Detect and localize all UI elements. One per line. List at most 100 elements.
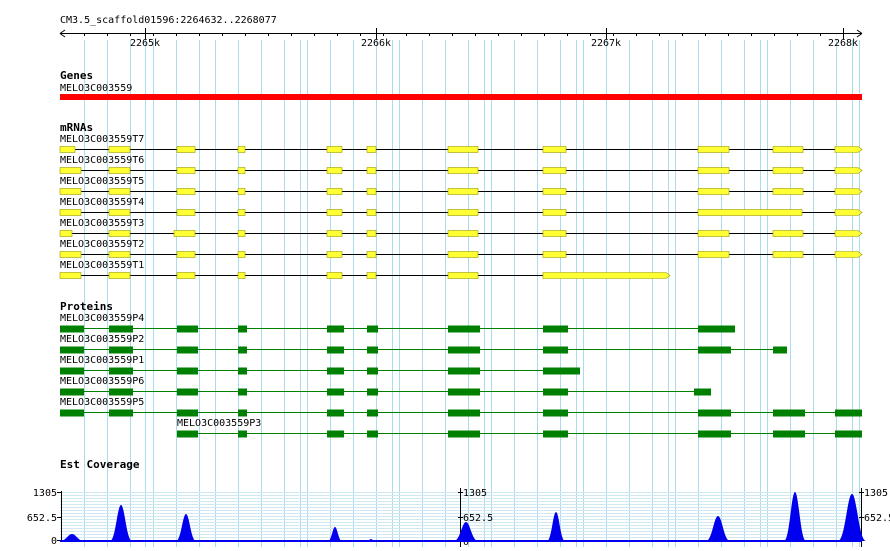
protein-block bbox=[327, 325, 344, 333]
protein-block bbox=[367, 325, 378, 333]
mrna-exon bbox=[542, 146, 567, 153]
protein-block bbox=[238, 409, 247, 417]
protein-block bbox=[327, 388, 344, 396]
protein-block bbox=[367, 388, 378, 396]
protein-block bbox=[109, 409, 133, 417]
mrna-glyph-t6 bbox=[59, 167, 863, 174]
protein-block bbox=[109, 346, 133, 354]
protein-block bbox=[60, 367, 84, 375]
protein-block bbox=[835, 409, 862, 417]
mrna-exon bbox=[772, 167, 804, 174]
protein-block bbox=[109, 367, 133, 375]
mrna-label-t5: MELO3C003559T5 bbox=[60, 176, 145, 187]
protein-block bbox=[773, 430, 805, 438]
mrna-exon bbox=[697, 188, 730, 195]
mrna-exon bbox=[366, 230, 377, 237]
mrna-exon bbox=[59, 167, 82, 174]
mrna-glyph-t3 bbox=[59, 230, 863, 237]
mrna-exon bbox=[59, 188, 82, 195]
mrna-exon bbox=[108, 167, 131, 174]
protein-block bbox=[327, 409, 344, 417]
mrna-exon bbox=[108, 146, 131, 153]
mrna-exon bbox=[772, 251, 804, 258]
protein-block bbox=[543, 346, 568, 354]
protein-block bbox=[327, 430, 344, 438]
mrna-exon bbox=[176, 209, 196, 216]
mrna-exon bbox=[108, 188, 131, 195]
coverage-scale-label: 1305 bbox=[463, 488, 487, 499]
mrna-exon bbox=[366, 146, 377, 153]
mrna-exon bbox=[542, 188, 567, 195]
protein-block bbox=[109, 388, 133, 396]
protein-glyph-p5 bbox=[60, 409, 862, 417]
protein-block bbox=[177, 409, 198, 417]
protein-block bbox=[238, 430, 247, 438]
mrna-exon bbox=[697, 209, 803, 216]
mrna-exon bbox=[59, 230, 73, 237]
protein-block bbox=[367, 346, 378, 354]
protein-block bbox=[543, 367, 580, 375]
mrna-exon bbox=[834, 146, 863, 153]
protein-glyph-p4 bbox=[60, 325, 735, 333]
mrna-glyph-t1 bbox=[59, 272, 671, 279]
ruler-tick-label: 2265k bbox=[130, 38, 160, 49]
protein-block bbox=[367, 430, 378, 438]
mrna-exon bbox=[326, 188, 343, 195]
mrna-label-t7: MELO3C003559T7 bbox=[60, 134, 145, 145]
mrna-exon bbox=[326, 230, 343, 237]
genome-browser: 2265k2266k2267k2268k1305652.501305652.50… bbox=[0, 0, 890, 548]
mrna-exon bbox=[447, 209, 479, 216]
mrna-exon bbox=[447, 251, 479, 258]
mrna-label-t3: MELO3C003559T3 bbox=[60, 218, 145, 229]
mrna-exon bbox=[108, 209, 131, 216]
mrna-exon bbox=[326, 209, 343, 216]
mrna-exon bbox=[176, 146, 196, 153]
protein-block bbox=[448, 409, 480, 417]
protein-label-p2: MELO3C003559P2 bbox=[60, 334, 145, 345]
coverage-scale-label: 652.5 bbox=[27, 513, 57, 524]
protein-block bbox=[448, 430, 480, 438]
mrna-exon bbox=[237, 188, 246, 195]
mrna-exon bbox=[366, 251, 377, 258]
mrna-exon bbox=[237, 167, 246, 174]
grid-lines bbox=[84, 40, 860, 547]
protein-block bbox=[367, 367, 378, 375]
genes-track-title: Genes bbox=[60, 69, 94, 82]
ruler-tick-label: 2268k bbox=[828, 38, 858, 49]
coverage-baseline bbox=[60, 540, 862, 542]
protein-block bbox=[773, 346, 787, 354]
mrna-exon bbox=[237, 251, 246, 258]
mrna-exon bbox=[59, 251, 82, 258]
ruler-tick-label: 2266k bbox=[361, 38, 391, 49]
coverage-scale-label: 0 bbox=[51, 536, 57, 547]
mrna-exon bbox=[108, 230, 131, 237]
mrna-exon bbox=[697, 230, 730, 237]
protein-glyph-p6 bbox=[60, 388, 711, 396]
mrna-exon bbox=[542, 230, 567, 237]
protein-block bbox=[177, 367, 198, 375]
mrna-label-t1: MELO3C003559T1 bbox=[60, 260, 145, 271]
mrna-exon bbox=[447, 167, 479, 174]
mrna-label-t6: MELO3C003559T6 bbox=[60, 155, 145, 166]
mrna-exon bbox=[326, 146, 343, 153]
mrna-exon bbox=[366, 188, 377, 195]
protein-label-p5: MELO3C003559P5 bbox=[60, 397, 145, 408]
protein-block bbox=[177, 325, 198, 333]
protein-glyph-p1 bbox=[60, 367, 580, 375]
mrna-exon bbox=[834, 230, 863, 237]
protein-block bbox=[367, 409, 378, 417]
mrna-glyph-t4 bbox=[59, 209, 863, 216]
mrna-exon bbox=[542, 209, 567, 216]
coverage-scale-label: 652.5 bbox=[463, 513, 493, 524]
protein-block bbox=[60, 346, 84, 354]
mrna-exon bbox=[447, 272, 479, 279]
protein-block bbox=[543, 388, 568, 396]
protein-label-p3: MELO3C003559P3 bbox=[177, 418, 262, 429]
protein-block bbox=[177, 346, 198, 354]
protein-block bbox=[238, 367, 247, 375]
protein-block bbox=[835, 430, 862, 438]
mrna-exon bbox=[697, 146, 730, 153]
protein-block bbox=[60, 325, 84, 333]
mrna-label-t4: MELO3C003559T4 bbox=[60, 197, 145, 208]
coverage-peak bbox=[176, 514, 196, 541]
